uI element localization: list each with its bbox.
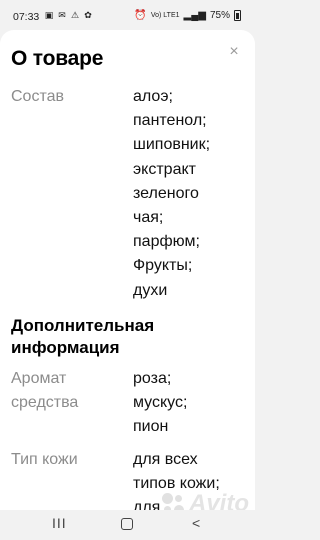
value-line: духи	[133, 281, 168, 299]
value-line: чая;	[133, 209, 164, 227]
row-values: алоэ; пантенол; шиповник; экстракт зелен…	[133, 85, 253, 303]
value-line: парфюм;	[133, 233, 200, 251]
value-line: роза;	[133, 370, 172, 387]
value-line: мускус;	[133, 394, 188, 412]
row-values: роза; мускус; пион	[133, 367, 253, 440]
mail-icon: ✉	[58, 10, 66, 20]
alarm-icon: ⏰	[134, 10, 147, 21]
value-line: пантенол;	[133, 112, 207, 130]
label-line: средства	[11, 394, 79, 411]
value-line: типов кожи;	[133, 475, 220, 493]
signal-icon: ▂▄▆	[183, 10, 206, 21]
label-line: Тип кожи	[11, 451, 78, 468]
home-icon[interactable]	[121, 518, 133, 530]
row-label: Состав	[11, 88, 64, 105]
value-line: шиповник;	[133, 136, 211, 154]
section-title: Дополнительная информация	[11, 316, 155, 357]
value-line: пион	[133, 418, 169, 436]
status-right: ⏰ Vo) LTE1 ▂▄▆ 75%	[134, 10, 241, 21]
value-line: для	[133, 499, 161, 510]
sheet-title: О товаре	[11, 47, 104, 70]
status-bar: 07:33 ▣ ✉ ⚠ ✿ ⏰ Vo) LTE1 ▂▄▆ 75%	[0, 0, 255, 30]
row-values: для всех типов кожи; для	[133, 448, 253, 510]
value-line: экстракт	[133, 160, 196, 178]
battery-percent: 75%	[209, 10, 230, 21]
row-label: Аромат средства	[11, 367, 123, 415]
row-label: Тип кожи	[11, 448, 123, 472]
value-line: для всех	[133, 451, 198, 468]
back-icon[interactable]: <	[192, 515, 200, 531]
signal-text: Vo) LTE1	[150, 12, 180, 19]
battery-icon	[234, 10, 241, 21]
value-line: Фрукты;	[133, 257, 193, 275]
status-time: 07:33	[13, 11, 40, 23]
recent-apps-icon[interactable]: III	[52, 515, 67, 531]
product-info-sheet: × О товаре Состав алоэ; пантенол; шиповн…	[0, 30, 255, 510]
system-nav-bar: III <	[0, 510, 255, 540]
sim-card-icon: ▣	[44, 10, 54, 20]
notification-icons: ▣ ✉ ⚠ ✿	[44, 10, 93, 21]
warning-icon: ⚠	[70, 10, 80, 20]
label-line: Аромат	[11, 370, 67, 387]
value-line: алоэ;	[133, 88, 173, 105]
close-icon[interactable]: ×	[225, 43, 243, 61]
flower-icon: ✿	[84, 10, 92, 20]
value-line: зеленого	[133, 184, 199, 202]
